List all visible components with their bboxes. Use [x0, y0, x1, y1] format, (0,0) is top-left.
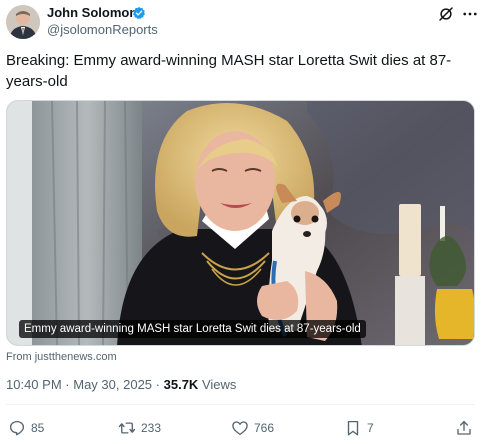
like-button[interactable]: 766 [231, 418, 274, 438]
like-count: 766 [254, 421, 275, 435]
like-icon [232, 421, 248, 436]
share-button[interactable] [455, 418, 473, 438]
meta-separator: · [65, 377, 70, 392]
views-label: Views [201, 377, 237, 392]
media-caption: Emmy award-winning MASH star Loretta Swi… [19, 320, 366, 338]
repost-button[interactable]: 233 [118, 418, 161, 438]
timestamp-date[interactable]: May 30, 2025 [73, 377, 152, 392]
bookmark-count: 7 [367, 421, 374, 435]
repost-icon [118, 422, 136, 434]
reply-icon [9, 420, 25, 436]
timestamp-time[interactable]: 10:40 PM [6, 377, 62, 392]
verified-badge-icon [132, 6, 146, 20]
source-link[interactable]: From justthenews.com [6, 351, 117, 363]
repost-count: 233 [141, 421, 162, 435]
grok-icon[interactable] [437, 5, 455, 23]
reply-count: 85 [31, 421, 45, 435]
photo-illustration [7, 101, 474, 345]
author-name[interactable]: John Solomon [47, 5, 137, 21]
divider [6, 404, 475, 405]
meta-separator: · [155, 377, 160, 392]
share-icon [457, 420, 471, 435]
views-count: 35.7K [163, 377, 199, 392]
reply-button[interactable]: 85 [8, 418, 44, 438]
author-handle[interactable]: @jsolomonReports [47, 22, 158, 38]
bookmark-icon [347, 420, 359, 436]
tweet-meta: 10:40 PM · May 30, 2025 · 35.7K Views [6, 377, 236, 393]
more-icon[interactable] [460, 5, 480, 23]
avatar[interactable] [6, 5, 40, 39]
media-image[interactable]: Emmy award-winning MASH star Loretta Swi… [6, 100, 475, 346]
tweet-text: Breaking: Emmy award-winning MASH star L… [6, 52, 452, 90]
avatar-image [6, 5, 40, 39]
bookmark-button[interactable]: 7 [344, 418, 374, 438]
tweet: John Solomon @jsolomonReports Breaking: … [0, 0, 485, 444]
